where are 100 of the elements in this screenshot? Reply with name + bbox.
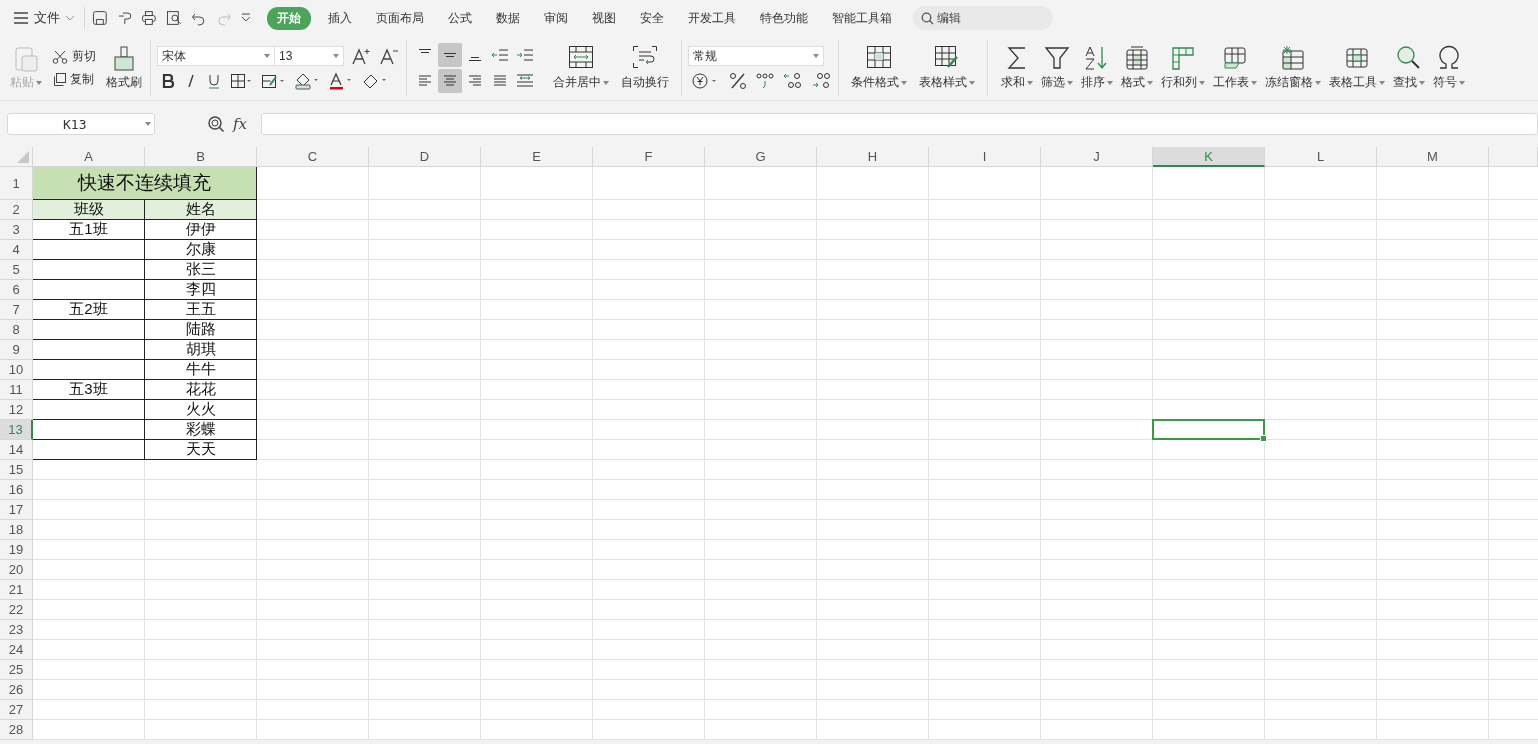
wrap-text-button[interactable]: 自动换行 xyxy=(619,43,671,93)
increase-decimal-icon[interactable] xyxy=(783,72,803,90)
print-preview-icon[interactable] xyxy=(166,10,182,26)
column-header[interactable]: M xyxy=(1377,147,1489,167)
name-box[interactable]: K13 xyxy=(7,113,155,135)
ribbon-tab[interactable]: 插入 xyxy=(321,6,359,30)
column-header[interactable]: G xyxy=(705,147,817,167)
bold-icon[interactable] xyxy=(161,73,175,89)
row-header[interactable]: 7 xyxy=(0,300,33,320)
row-header[interactable]: 1 xyxy=(0,167,33,200)
copy-button[interactable]: 复制 xyxy=(52,71,96,88)
thousands-separator-icon[interactable] xyxy=(756,72,774,90)
column-header[interactable]: B xyxy=(145,147,257,167)
column-header[interactable]: H xyxy=(817,147,929,167)
underline-icon[interactable] xyxy=(207,73,221,89)
tool-button[interactable]: 筛选 xyxy=(1040,43,1074,93)
tool-button[interactable]: 格式 xyxy=(1120,43,1154,93)
row-header[interactable]: 19 xyxy=(0,540,33,560)
ribbon-tab[interactable]: 审阅 xyxy=(537,6,575,30)
row-header[interactable]: 20 xyxy=(0,560,33,580)
column-header[interactable]: A xyxy=(33,147,145,167)
tool-button[interactable]: 求和 xyxy=(1000,43,1034,93)
tool-button[interactable]: 查找 xyxy=(1392,43,1426,93)
function-label[interactable]: fx xyxy=(233,115,247,133)
number-format-dropdown[interactable]: 常规 xyxy=(688,46,824,66)
borders-icon[interactable] xyxy=(230,73,252,89)
row-header[interactable]: 15 xyxy=(0,460,33,480)
vertical-align-button[interactable] xyxy=(438,43,462,67)
merge-center-button[interactable]: 合并居中 xyxy=(551,43,611,93)
row-header[interactable]: 24 xyxy=(0,640,33,660)
row-header[interactable]: 26 xyxy=(0,680,33,700)
eraser-icon[interactable] xyxy=(362,72,388,90)
ribbon-tab[interactable]: 开发工具 xyxy=(681,6,743,30)
table-style-button[interactable]: 表格样式 xyxy=(917,43,977,93)
conditional-format-button[interactable]: 条件格式 xyxy=(849,43,909,93)
active-cell-cursor[interactable] xyxy=(1152,419,1265,440)
column-header[interactable]: D xyxy=(369,147,481,167)
save-icon[interactable] xyxy=(92,10,108,26)
zoom-formula-icon[interactable] xyxy=(207,115,225,133)
print-icon[interactable] xyxy=(141,10,158,26)
cut-button[interactable]: 剪切 xyxy=(52,48,96,65)
decrease-font-size-icon[interactable] xyxy=(380,47,400,65)
column-header[interactable]: I xyxy=(929,147,1041,167)
row-header[interactable]: 21 xyxy=(0,580,33,600)
row-header[interactable]: 17 xyxy=(0,500,33,520)
formula-field[interactable] xyxy=(261,113,1538,135)
tool-button[interactable]: 行和列 xyxy=(1160,43,1206,93)
row-header[interactable]: 14 xyxy=(0,440,33,460)
row-header[interactable]: 18 xyxy=(0,520,33,540)
row-header[interactable]: 27 xyxy=(0,700,33,720)
row-header[interactable]: 3 xyxy=(0,220,33,240)
ribbon-tab[interactable]: 页面布局 xyxy=(369,6,431,30)
row-header[interactable]: 11 xyxy=(0,380,33,400)
row-header[interactable]: 10 xyxy=(0,360,33,380)
row-header[interactable]: 16 xyxy=(0,480,33,500)
row-header[interactable]: 2 xyxy=(0,200,33,220)
format-painter-button[interactable]: 格式刷 xyxy=(104,43,144,93)
tool-button[interactable]: 表格工具 xyxy=(1328,43,1386,93)
cell-grid[interactable]: 快速不连续填充 班级 姓名 五1班 伊伊 尔康 张三 李四 五2班 王五 陆路 胡琪 牛牛 五3班 花花 火火 彩蝶 天天 xyxy=(33,167,1538,740)
percent-icon[interactable] xyxy=(729,72,747,90)
column-header[interactable]: C xyxy=(257,147,369,167)
row-header[interactable]: 28 xyxy=(0,720,33,740)
font-color-icon[interactable] xyxy=(329,72,353,90)
ribbon-tab[interactable]: 特色功能 xyxy=(753,6,815,30)
cell-style-icon[interactable] xyxy=(261,73,285,89)
row-header[interactable]: 4 xyxy=(0,240,33,260)
column-header[interactable]: J xyxy=(1041,147,1153,167)
row-header[interactable]: 8 xyxy=(0,320,33,340)
tool-button[interactable]: 排序 xyxy=(1080,43,1114,93)
file-menu[interactable]: 文件 xyxy=(13,9,75,27)
export-icon[interactable] xyxy=(116,10,133,26)
row-header[interactable]: 5 xyxy=(0,260,33,280)
increase-font-size-icon[interactable] xyxy=(352,47,372,65)
align-lines-icon xyxy=(493,75,507,87)
search-field[interactable]: 编辑 xyxy=(913,6,1053,30)
row-header[interactable]: 6 xyxy=(0,280,33,300)
column-header[interactable]: F xyxy=(593,147,705,167)
ribbon-tab[interactable]: 智能工具箱 xyxy=(825,6,899,30)
tool-button[interactable]: 工作表 xyxy=(1212,43,1258,93)
row-header[interactable]: 23 xyxy=(0,620,33,640)
increase-indent-icon[interactable] xyxy=(516,48,534,62)
tool-button[interactable]: 符号 xyxy=(1432,43,1466,93)
column-header[interactable]: L xyxy=(1265,147,1377,167)
row-header[interactable]: 25 xyxy=(0,660,33,680)
font-name-dropdown[interactable]: 宋体 xyxy=(157,46,275,66)
ribbon-tab[interactable]: 安全 xyxy=(633,6,671,30)
customize-icon[interactable] xyxy=(240,12,252,24)
row-header[interactable]: 12 xyxy=(0,400,33,420)
decrease-decimal-icon[interactable] xyxy=(812,72,832,90)
font-size-dropdown[interactable]: 13 xyxy=(274,46,344,66)
row-header[interactable]: 22 xyxy=(0,600,33,620)
ribbon-tab[interactable]: 视图 xyxy=(585,6,623,30)
distributed-align-icon[interactable] xyxy=(516,74,534,88)
decrease-indent-icon[interactable] xyxy=(491,48,509,62)
ribbon-tab[interactable]: 数据 xyxy=(489,6,527,30)
column-header[interactable]: E xyxy=(481,147,593,167)
fill-color-icon[interactable] xyxy=(294,72,320,90)
row-header[interactable]: 9 xyxy=(0,340,33,360)
tool-button[interactable]: 冻结窗格 xyxy=(1264,43,1322,93)
ribbon-tab[interactable]: 公式 xyxy=(441,6,479,30)
